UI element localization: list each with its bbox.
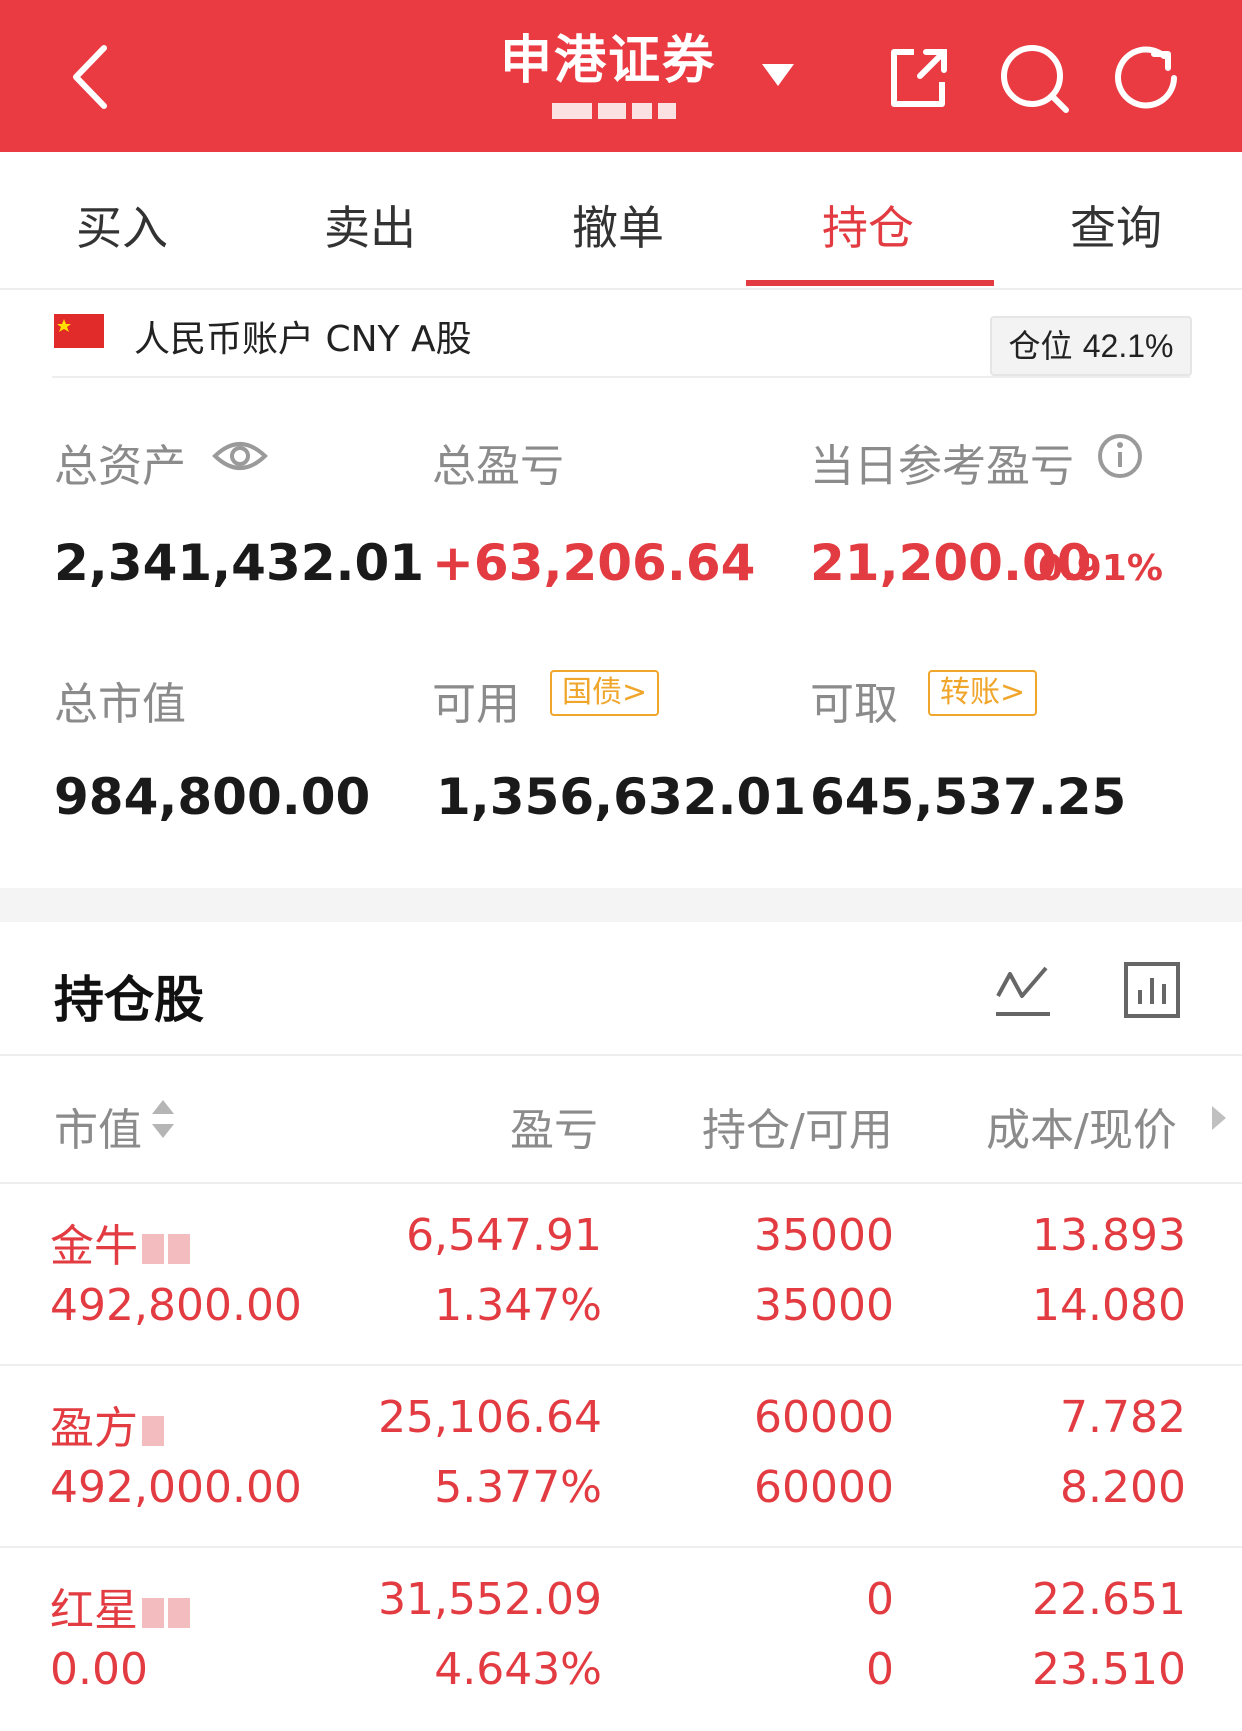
active-tab-indicator — [746, 280, 994, 286]
row-price: 23.510 — [1032, 1644, 1186, 1695]
account-label[interactable]: 人民币账户 CNY A股 — [134, 310, 472, 362]
section-separator — [0, 888, 1242, 922]
position-ratio-badge: 仓位 42.1% — [990, 316, 1192, 376]
row-pl-percent: 4.643% — [434, 1644, 602, 1695]
day-pl-label: 当日参考盈亏 — [810, 441, 1074, 492]
scroll-right-icon[interactable] — [1208, 1104, 1228, 1132]
line-chart-icon[interactable] — [994, 960, 1054, 1020]
total-assets-value: 2,341,432.01 — [54, 534, 425, 592]
row-pl-percent: 5.377% — [434, 1462, 602, 1513]
stock-name: 红星 — [50, 1574, 190, 1638]
total-pl-value: +63,206.64 — [432, 534, 756, 592]
row-position: 0 — [866, 1574, 894, 1625]
column-market-value[interactable]: 市值 — [54, 1094, 142, 1158]
holding-row[interactable]: 金牛 492,800.00 6,547.91 1.347% 35000 3500… — [0, 1184, 1242, 1366]
row-available: 35000 — [754, 1280, 894, 1331]
share-icon[interactable] — [880, 40, 956, 116]
account-subtitle — [552, 98, 682, 123]
tab-positions[interactable]: 持仓 — [768, 192, 968, 258]
row-position: 35000 — [754, 1210, 894, 1261]
row-market-value: 0.00 — [50, 1644, 148, 1695]
refresh-icon[interactable] — [1110, 40, 1186, 116]
total-assets-label: 总资产 — [54, 441, 186, 492]
bar-chart-icon[interactable] — [1122, 960, 1182, 1020]
row-cost: 22.651 — [1032, 1574, 1186, 1625]
china-flag-icon — [54, 314, 104, 348]
row-pl-percent: 1.347% — [434, 1280, 602, 1331]
available-value: 1,356,632.01 — [436, 768, 807, 826]
holding-row[interactable]: 盈方 492,000.00 25,106.64 5.377% 60000 600… — [0, 1366, 1242, 1548]
holdings-title: 持仓股 — [54, 971, 204, 1029]
trade-tabs: 买入 卖出 撤单 持仓 查询 — [0, 152, 1242, 290]
available-label: 可用 — [432, 679, 520, 730]
divider — [0, 1054, 1242, 1056]
stock-name: 盈方 — [50, 1392, 164, 1456]
day-pl-percent: 0.91% — [1038, 548, 1163, 589]
row-available: 60000 — [754, 1462, 894, 1513]
row-market-value: 492,800.00 — [50, 1280, 302, 1331]
column-position-available: 持仓/可用 — [702, 1105, 893, 1156]
row-price: 8.200 — [1060, 1462, 1186, 1513]
row-market-value: 492,000.00 — [50, 1462, 302, 1513]
eye-icon[interactable] — [212, 436, 268, 476]
withdrawable-value: 645,537.25 — [810, 768, 1127, 826]
transfer-button[interactable]: 转账> — [928, 670, 1038, 716]
row-pl: 25,106.64 — [378, 1392, 602, 1443]
info-icon[interactable] — [1096, 432, 1144, 480]
holding-row[interactable]: 红星 0.00 31,552.09 4.643% 0 0 22.651 23.5… — [0, 1548, 1242, 1730]
column-cost-price: 成本/现价 — [986, 1105, 1177, 1156]
sort-icon[interactable] — [150, 1098, 176, 1140]
back-icon[interactable] — [62, 42, 118, 112]
market-value-value: 984,800.00 — [54, 768, 371, 826]
row-position: 60000 — [754, 1392, 894, 1443]
row-cost: 7.782 — [1060, 1392, 1186, 1443]
app-header: 申港证券 — [0, 0, 1242, 152]
row-pl: 6,547.91 — [406, 1210, 602, 1261]
stock-name: 金牛 — [50, 1210, 190, 1274]
tab-cancel[interactable]: 撤单 — [518, 192, 718, 258]
row-cost: 13.893 — [1032, 1210, 1186, 1261]
divider — [52, 376, 1190, 378]
broker-title[interactable]: 申港证券 — [500, 18, 716, 93]
withdrawable-label: 可取 — [810, 679, 898, 730]
row-available: 0 — [866, 1644, 894, 1695]
treasury-bond-button[interactable]: 国债> — [550, 670, 660, 716]
position-value: 42.1% — [1082, 328, 1174, 364]
row-price: 14.080 — [1032, 1280, 1186, 1331]
position-label: 仓位 — [1008, 327, 1073, 365]
market-value-label: 总市值 — [54, 679, 186, 730]
tab-buy[interactable]: 买入 — [22, 192, 222, 258]
search-icon[interactable] — [996, 40, 1072, 116]
chevron-down-icon[interactable] — [760, 56, 796, 92]
total-pl-label: 总盈亏 — [432, 441, 564, 492]
tab-query[interactable]: 查询 — [1016, 192, 1216, 258]
tab-sell[interactable]: 卖出 — [270, 192, 470, 258]
row-pl: 31,552.09 — [378, 1574, 602, 1625]
column-pl: 盈亏 — [510, 1105, 598, 1156]
